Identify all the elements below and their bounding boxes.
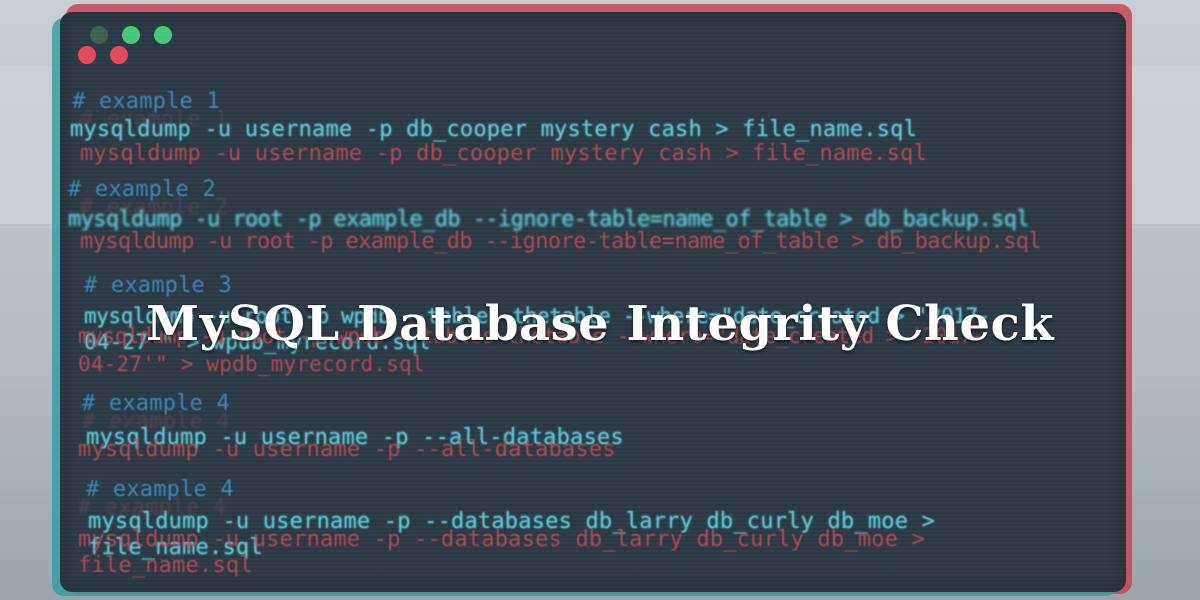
command-example-2-ghost: mysqldump -u root -p example_db --ignore…	[80, 229, 1042, 254]
command-example-5-line2-ghost: file_name.sql	[78, 553, 253, 578]
command-example-1: mysqldump -u username -p db_cooper myste…	[70, 117, 918, 142]
command-example-1-ghost: mysqldump -u username -p db_cooper myste…	[80, 141, 928, 166]
command-example-5-line1-ghost: mysqldump -u username -p --databases db_…	[78, 527, 926, 552]
page-title: MySQL Database Integrity Check	[146, 296, 1054, 353]
command-example-4-ghost: mysqldump -u username -p --all-databases	[78, 437, 616, 462]
command-example-3-line2-ghost: 04-27'" > wpdb_myrecord.sql	[78, 352, 425, 376]
